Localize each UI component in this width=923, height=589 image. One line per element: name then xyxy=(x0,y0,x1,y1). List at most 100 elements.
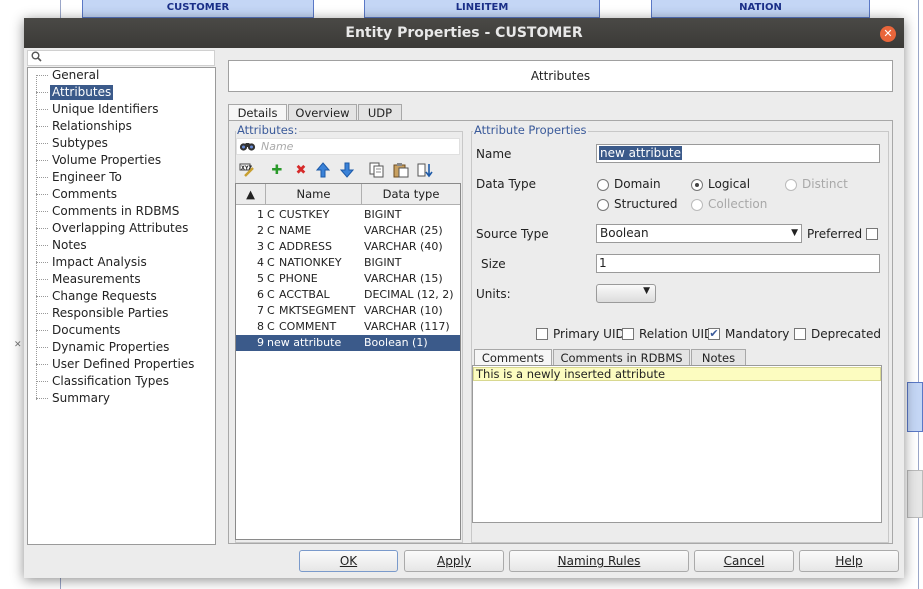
nav-item-comments-in-rdbms[interactable]: Comments in RDBMS xyxy=(36,204,179,219)
close-icon[interactable]: ✕ xyxy=(14,340,22,350)
radio-logical[interactable] xyxy=(691,179,703,191)
deprecated-label: Deprecated xyxy=(811,327,881,341)
table-row[interactable]: 7 C MKTSEGMENT VARCHAR (10) xyxy=(236,303,460,319)
move-down-icon[interactable] xyxy=(338,162,356,180)
size-field[interactable]: 1 xyxy=(596,254,880,273)
mandatory-checkbox[interactable]: ✔ xyxy=(708,328,720,340)
nav-item-notes[interactable]: Notes xyxy=(36,238,87,253)
tab-notes[interactable]: Notes xyxy=(691,349,746,366)
nav-item-unique-identifiers[interactable]: Unique Identifiers xyxy=(36,102,158,117)
nav-item-documents[interactable]: Documents xyxy=(36,323,120,338)
cancel-button[interactable]: Cancel xyxy=(694,550,794,572)
table-row[interactable]: 8 C COMMENT VARCHAR (117) xyxy=(236,319,460,335)
help-button[interactable]: Help xyxy=(799,550,899,572)
tab-udp[interactable]: UDP xyxy=(358,104,402,121)
radio-collection-label: Collection xyxy=(708,197,768,211)
column-header-name[interactable]: Name xyxy=(266,184,362,205)
nav-item-measurements[interactable]: Measurements xyxy=(36,272,141,287)
datatype-label: Data Type xyxy=(476,177,537,191)
nav-item-overlapping-attributes[interactable]: Overlapping Attributes xyxy=(36,221,188,236)
radio-structured-label: Structured xyxy=(614,197,678,211)
nav-item-user-defined-properties[interactable]: User Defined Properties xyxy=(36,357,194,372)
preferred-checkbox[interactable] xyxy=(866,228,878,240)
table-row[interactable]: 5 C PHONE VARCHAR (15) xyxy=(236,271,460,287)
entity-nation[interactable]: NATION xyxy=(651,0,870,18)
radio-logical-label: Logical xyxy=(708,177,751,191)
nav-item-comments[interactable]: Comments xyxy=(36,187,117,202)
binoculars-icon xyxy=(239,139,257,156)
table-row[interactable]: 6 C ACCTBAL DECIMAL (12, 2) xyxy=(236,287,460,303)
units-select[interactable]: ▼ xyxy=(596,284,656,303)
delete-icon[interactable]: ✖ xyxy=(292,162,310,180)
radio-structured[interactable] xyxy=(597,199,609,211)
entity-customer[interactable]: CUSTOMER xyxy=(82,0,314,18)
source-type-select[interactable]: Boolean ▼ xyxy=(596,224,802,243)
naming-rules-button[interactable]: Naming Rules xyxy=(509,550,689,572)
nav-item-volume-properties[interactable]: Volume Properties xyxy=(36,153,161,168)
table-row[interactable]: 3 C ADDRESS VARCHAR (40) xyxy=(236,239,460,255)
entity-lineitem[interactable]: LINEITEM xyxy=(364,0,600,18)
primary-uid-checkbox[interactable] xyxy=(536,328,548,340)
name-filter-input[interactable]: Name xyxy=(236,138,460,155)
move-up-icon[interactable] xyxy=(314,162,332,180)
add-icon[interactable]: ✚ xyxy=(268,162,286,180)
radio-distinct-label: Distinct xyxy=(802,177,848,191)
name-label: Name xyxy=(476,147,512,161)
name-field[interactable]: new attribute xyxy=(596,144,880,163)
apply-button[interactable]: Apply xyxy=(404,550,504,572)
nav-item-attributes[interactable]: Attributes xyxy=(36,85,114,100)
attributes-table: ▲ Name Data type 1 C CUSTKEY BIGINT 2 C NAME V… xyxy=(235,183,461,540)
tab-overview[interactable]: Overview xyxy=(288,104,357,121)
tab-comments[interactable]: Comments xyxy=(474,349,552,366)
ok-button[interactable]: OK xyxy=(299,550,398,572)
nav-tree: General Attributes Unique Identifiers Re… xyxy=(27,67,216,545)
table-row[interactable]: 2 C NAME VARCHAR (25) xyxy=(236,223,460,239)
close-icon[interactable]: ✕ xyxy=(880,26,896,42)
size-label: Size xyxy=(481,257,506,271)
units-label: Units: xyxy=(476,287,511,301)
nav-search-input[interactable] xyxy=(27,50,215,66)
table-row[interactable]: 1 C CUSTKEY BIGINT xyxy=(236,207,460,223)
entity-properties-dialog: Entity Properties - CUSTOMER ✕ General A… xyxy=(24,18,904,578)
edit-type-icon[interactable]: XYZ xyxy=(238,162,256,180)
relation-uid-label: Relation UID xyxy=(639,327,714,341)
chevron-down-icon: ▼ xyxy=(791,228,798,238)
column-header-datatype[interactable]: Data type xyxy=(362,184,460,205)
deprecated-checkbox[interactable] xyxy=(794,328,806,340)
entity-partial[interactable] xyxy=(907,470,923,518)
nav-item-subtypes[interactable]: Subtypes xyxy=(36,136,108,151)
chevron-down-icon: ▼ xyxy=(643,286,650,296)
radio-domain[interactable] xyxy=(597,179,609,191)
sort-column-header[interactable]: ▲ xyxy=(236,184,266,205)
sort-icon[interactable] xyxy=(416,162,434,180)
nav-item-summary[interactable]: Summary xyxy=(36,391,110,406)
nav-item-general[interactable]: General xyxy=(36,68,99,83)
radio-collection[interactable] xyxy=(691,199,703,211)
paste-icon[interactable] xyxy=(392,162,410,180)
filter-placeholder: Name xyxy=(261,140,294,153)
nav-item-responsible-parties[interactable]: Responsible Parties xyxy=(36,306,168,321)
comment-text: This is a newly inserted attribute xyxy=(473,367,881,381)
table-row[interactable]: 4 C NATIONKEY BIGINT xyxy=(236,255,460,271)
nav-item-relationships[interactable]: Relationships xyxy=(36,119,132,134)
source-type-label: Source Type xyxy=(476,227,549,241)
copy-icon[interactable] xyxy=(368,162,386,180)
tab-details[interactable]: Details xyxy=(228,104,287,121)
comment-textarea[interactable]: This is a newly inserted attribute xyxy=(472,365,882,523)
nav-item-change-requests[interactable]: Change Requests xyxy=(36,289,157,304)
attributes-group-label: Attributes: xyxy=(236,123,299,137)
preferred-label: Preferred xyxy=(807,227,863,241)
relation-uid-checkbox[interactable] xyxy=(622,328,634,340)
page-title: Attributes xyxy=(228,60,893,92)
table-row-selected[interactable]: 9 new attribute Boolean (1) xyxy=(236,335,460,351)
nav-item-dynamic-properties[interactable]: Dynamic Properties xyxy=(36,340,169,355)
entity-partial[interactable] xyxy=(907,382,923,432)
tab-comments-in-rdbms[interactable]: Comments in RDBMS xyxy=(553,349,690,366)
nav-item-engineer-to[interactable]: Engineer To xyxy=(36,170,122,185)
dialog-titlebar[interactable]: Entity Properties - CUSTOMER ✕ xyxy=(24,18,904,48)
nav-item-impact-analysis[interactable]: Impact Analysis xyxy=(36,255,147,270)
attribute-properties-label: Attribute Properties xyxy=(473,123,588,137)
radio-distinct[interactable] xyxy=(785,179,797,191)
nav-item-classification-types[interactable]: Classification Types xyxy=(36,374,169,389)
search-icon xyxy=(31,51,42,65)
